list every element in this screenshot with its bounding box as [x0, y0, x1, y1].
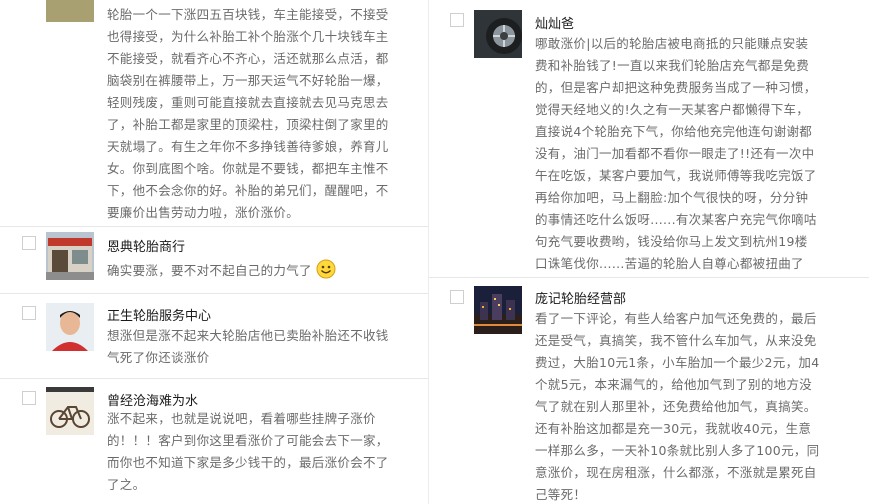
select-checkbox[interactable]	[22, 236, 36, 250]
comment-text: 涨不起来，也就是说说吧，看着哪些挂牌子涨价 的！！！客户到你这里看涨价了可能会去…	[107, 408, 389, 496]
comment-line: 而你也不知道下家是多少钱干的，最后涨价会不了	[107, 455, 389, 470]
comment-line: 轮胎一个一下涨四五百块钱，车主能接受，不接受	[107, 7, 389, 22]
select-checkbox[interactable]	[22, 306, 36, 320]
comment-line: 了，补胎工都是家里的顶梁柱，顶梁柱倒了家里的	[107, 117, 389, 132]
comment-item: 恩典轮胎商行 确实要涨，要不对不起自己的力气了	[0, 227, 428, 294]
commenter-name[interactable]: 恩典轮胎商行	[107, 236, 185, 255]
comment-line: 下，他不会念你的好。补胎的弟兄们，醒醒吧，不	[107, 183, 389, 198]
comment-line: 的事情还吃什么饭呀......有次某客户充完气你嘀咕	[535, 212, 817, 227]
comment-item: 曾经沧海难为水 涨不起来，也就是说说吧，看着哪些挂牌子涨价 的！！！客户到你这里…	[0, 379, 428, 504]
partial-photo-avatar[interactable]	[46, 0, 94, 22]
comment-line: 觉得天经地义的!久之有一天某客户都懒得下车，	[535, 102, 810, 117]
comment-line: 的，但是客户却把这种免费服务当成了一种习惯，	[535, 80, 817, 95]
comment-item: 轮胎一个一下涨四五百块钱，车主能接受，不接受 也得接受，为什么补胎工补个胎涨个几…	[0, 0, 428, 227]
comment-line: 气了就在别人那里补，还免费给他加气，真搞笑。	[535, 399, 817, 414]
comment-text: 确实要涨，要不对不起自己的力气了	[107, 259, 336, 282]
comment-item: 灿灿爸 哪敢涨价|以后的轮胎店被电商抵的只能赚点安装 费和补胎钱了!一直以来我们…	[429, 0, 869, 278]
comment-item: 庞记轮胎经营部 看了一下评论，有些人给客户加气还免费的，最后 还是受气，真搞笑，…	[429, 278, 869, 504]
comment-line: 脑袋别在裤腰带上，万一那天运气不好轮胎一爆，	[107, 73, 389, 88]
comment-line: 确实要涨，要不对不起自己的力气了	[107, 263, 312, 278]
comment-line-with-emoji: 确实要涨，要不对不起自己的力气了	[107, 259, 336, 282]
comment-line: 费和补胎钱了!一直以来我们轮胎店充气都是免费	[535, 58, 810, 73]
commenter-name[interactable]: 正生轮胎服务中心	[107, 305, 211, 324]
comment-line: 想涨但是涨不起来大轮胎店他已卖胎补胎还不收钱	[107, 328, 389, 343]
select-checkbox[interactable]	[450, 290, 464, 304]
comment-line: 哪敢涨价|以后的轮胎店被电商抵的只能赚点安装	[535, 36, 809, 51]
select-checkbox[interactable]	[450, 13, 464, 27]
comment-line: 看了一下评论，有些人给客户加气还免费的，最后	[535, 311, 817, 326]
left-comment-column: 轮胎一个一下涨四五百块钱，车主能接受，不接受 也得接受，为什么补胎工补个胎涨个几…	[0, 0, 428, 504]
comment-line: 也得接受，为什么补胎工补个胎涨个几十块钱车主	[107, 29, 389, 44]
shop-photo-avatar[interactable]	[46, 232, 94, 280]
comment-line: 了之。	[107, 477, 146, 492]
comment-line: 没有，油门一加看都不看你一眼走了!!还有一次中	[535, 146, 815, 161]
comment-line: 直接说4个轮胎充下气，你给他充完他连句谢谢都	[535, 124, 813, 139]
comment-text: 哪敢涨价|以后的轮胎店被电商抵的只能赚点安装 费和补胎钱了!一直以来我们轮胎店充…	[535, 33, 817, 275]
commenter-name[interactable]: 曾经沧海难为水	[107, 390, 198, 409]
comment-text: 轮胎一个一下涨四五百块钱，车主能接受，不接受 也得接受，为什么补胎工补个胎涨个几…	[107, 4, 389, 224]
tire-photo-avatar[interactable]	[474, 10, 522, 58]
commenter-name[interactable]: 庞记轮胎经营部	[535, 288, 626, 307]
comment-line: 意涨价，现在房租涨，什么都涨，不涨就是累死自	[535, 465, 817, 480]
comment-text: 想涨但是涨不起来大轮胎店他已卖胎补胎还不收钱 气死了你还谈涨价	[107, 325, 389, 369]
comment-line: 午在吃饭，某客户要加气，我说师傅等我吃完饭了	[535, 168, 817, 183]
commenter-name[interactable]: 灿灿爸	[535, 13, 574, 32]
comment-line: 口诛笔伐你......苦逼的轮胎人自尊心都被扭曲了	[535, 256, 804, 271]
comment-line: 不能接受，就看齐心不齐心，活还就那么点活，都	[107, 51, 389, 66]
comment-line: 气死了你还谈涨价	[107, 350, 210, 365]
night-city-avatar[interactable]	[474, 286, 522, 334]
select-checkbox[interactable]	[22, 391, 36, 405]
comment-line: 再给你加吧，马上翻脸:加个气很快的呀，分分钟	[535, 190, 809, 205]
man-photo-avatar[interactable]	[46, 303, 94, 351]
comment-line: 费过，大胎10元1条，小车胎加一个最少2元，加4	[535, 355, 820, 370]
bicycle-photo-avatar[interactable]	[46, 387, 94, 435]
right-comment-column: 灿灿爸 哪敢涨价|以后的轮胎店被电商抵的只能赚点安装 费和补胎钱了!一直以来我们…	[428, 0, 869, 504]
comment-line: 己等死！	[535, 487, 587, 502]
comment-line: 还有补胎这加都是充一30元，我就收40元，生意	[535, 421, 812, 436]
comment-text: 看了一下评论，有些人给客户加气还免费的，最后 还是受气，真搞笑，我不管什么车加气…	[535, 308, 819, 504]
comment-line: 天就塌了。有生之年你不多挣钱善待爹娘，养育儿	[107, 139, 389, 154]
comment-line: 的！！！客户到你这里看涨价了可能会去下一家，	[107, 433, 389, 448]
comment-line: 个就5元，本来漏气的，给他加气到了别的地方没	[535, 377, 813, 392]
comment-line: 一样那么多，一天补10条就比别人多了100元，同	[535, 443, 820, 458]
comment-line: 还是受气，真搞笑，我不管什么车加气，从来没免	[535, 333, 817, 348]
comment-line: 涨不起来，也就是说说吧，看着哪些挂牌子涨价	[107, 411, 376, 426]
comment-line: 句充气要收费哟，钱没给你马上发文到杭州19楼	[535, 234, 808, 249]
comment-line: 要廉价出售劳动力啦，涨价涨价。	[107, 205, 300, 220]
comment-line: 女。你到底图个啥。你就是不要钱，都把车主惟不	[107, 161, 389, 176]
smile-emoji-icon	[316, 259, 336, 279]
comment-item: 正生轮胎服务中心 想涨但是涨不起来大轮胎店他已卖胎补胎还不收钱 气死了你还谈涨价	[0, 294, 428, 379]
comment-line: 轻则残废，重则可能直接就去直接就去见马克思去	[107, 95, 389, 110]
